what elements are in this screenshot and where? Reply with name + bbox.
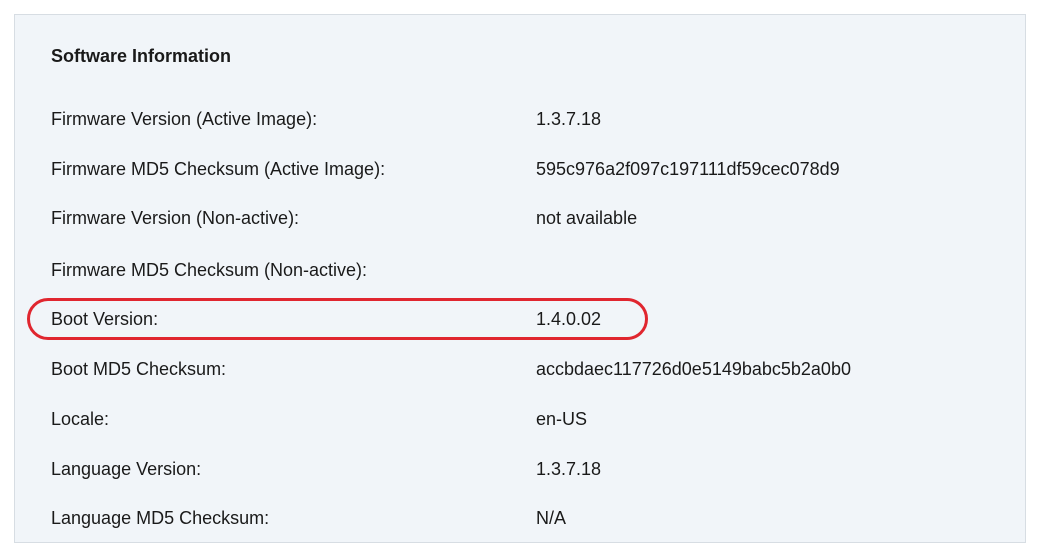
row-label: Firmware MD5 Checksum (Non-active): bbox=[51, 260, 368, 280]
info-row-boot-md5: Boot MD5 Checksum: accbdaec117726d0e5149… bbox=[51, 354, 1011, 384]
row-label: Locale: bbox=[51, 409, 110, 429]
info-row-locale: Locale: en-US bbox=[51, 404, 1011, 434]
info-row-firmware-md5-active: Firmware MD5 Checksum (Active Image): 59… bbox=[51, 154, 1011, 184]
row-label: Boot MD5 Checksum: bbox=[51, 359, 227, 379]
section-title: Software Information bbox=[51, 46, 232, 66]
info-row-language-version: Language Version: 1.3.7.18 bbox=[51, 454, 1011, 484]
row-label: Boot Version: bbox=[51, 309, 159, 329]
info-row-firmware-version-nonactive: Firmware Version (Non-active): not avail… bbox=[51, 203, 1011, 233]
row-value: 1.3.7.18 bbox=[536, 109, 602, 129]
row-value: N/A bbox=[536, 508, 567, 528]
info-row-firmware-version-active: Firmware Version (Active Image): 1.3.7.1… bbox=[51, 104, 1011, 134]
info-row-firmware-md5-nonactive: Firmware MD5 Checksum (Non-active): bbox=[51, 255, 1011, 285]
info-row-boot-version: Boot Version: 1.4.0.02 bbox=[51, 304, 1011, 334]
row-label: Language Version: bbox=[51, 459, 202, 479]
row-value: accbdaec117726d0e5149babc5b2a0b0 bbox=[536, 359, 851, 379]
row-value: en-US bbox=[536, 409, 588, 429]
row-value: 1.4.0.02 bbox=[536, 309, 602, 329]
row-label: Firmware Version (Non-active): bbox=[51, 208, 300, 228]
info-row-language-md5: Language MD5 Checksum: N/A bbox=[51, 503, 1011, 533]
row-value: 595c976a2f097c197111df59cec078d9 bbox=[536, 159, 840, 179]
row-label: Firmware Version (Active Image): bbox=[51, 109, 318, 129]
row-label: Language MD5 Checksum: bbox=[51, 508, 270, 528]
row-label: Firmware MD5 Checksum (Active Image): bbox=[51, 159, 386, 179]
row-value: 1.3.7.18 bbox=[536, 459, 602, 479]
row-value: not available bbox=[536, 208, 638, 228]
